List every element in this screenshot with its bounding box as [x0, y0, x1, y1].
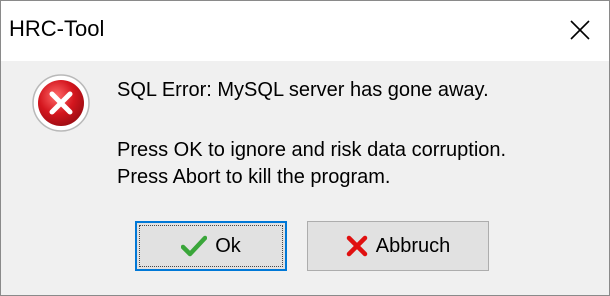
- ok-button[interactable]: Ok: [135, 221, 287, 271]
- abort-instruction: Press Abort to kill the program.: [117, 166, 391, 188]
- error-message: SQL Error: MySQL server has gone away.: [117, 79, 489, 101]
- abort-button-label: Abbruch: [375, 234, 451, 257]
- checkmark-icon: [181, 235, 208, 257]
- close-button[interactable]: [551, 1, 609, 59]
- red-x-icon: [346, 235, 367, 257]
- close-icon: [570, 20, 590, 40]
- abort-button[interactable]: Abbruch: [307, 221, 489, 271]
- title-bar[interactable]: HRC-Tool: [1, 1, 609, 61]
- ok-instruction: Press OK to ignore and risk data corrupt…: [117, 139, 507, 161]
- error-icon: [32, 74, 90, 132]
- ok-button-label: Ok: [215, 234, 241, 257]
- ok-button-focus[interactable]: Ok: [139, 225, 283, 267]
- window-title: HRC-Tool: [9, 16, 105, 41]
- error-dialog: HRC-Tool SQL Error: MySQL server has gon…: [0, 0, 610, 296]
